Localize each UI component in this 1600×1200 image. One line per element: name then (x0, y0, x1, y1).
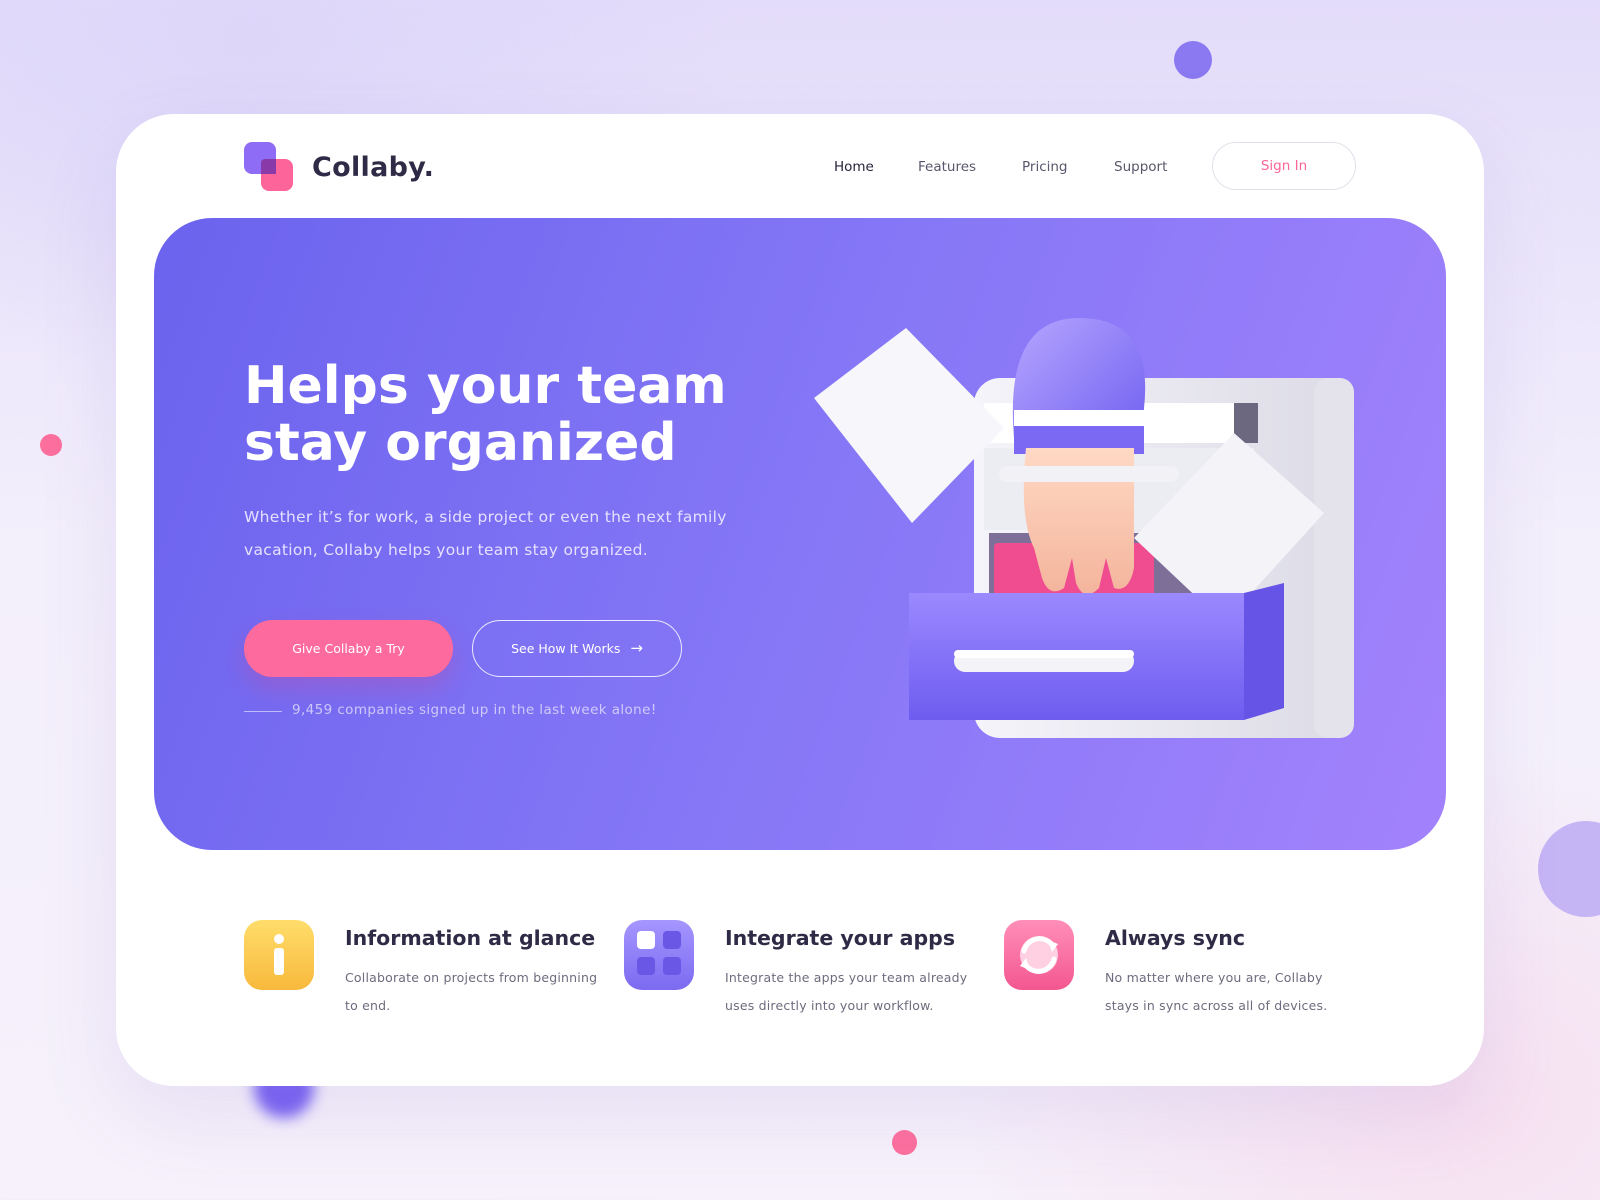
decor-circle-lavender (1538, 821, 1600, 917)
nav-support[interactable]: Support (1114, 159, 1167, 175)
hand-drawer-illustration (814, 318, 1354, 738)
landing-card: Collaby. Home Features Pricing Support S… (116, 114, 1484, 1086)
info-icon (244, 920, 314, 990)
feature-item: Integrate your apps Integrate the apps y… (624, 920, 984, 1040)
hero-title-line: Helps your team (244, 356, 727, 416)
feature-description: Integrate the apps your team already use… (725, 970, 968, 1013)
try-collaby-button[interactable]: Give Collaby a Try (244, 620, 453, 677)
divider-line (244, 711, 282, 712)
apps-grid-icon (624, 920, 694, 990)
see-how-label: See How It Works (511, 641, 621, 656)
feature-item: Always sync No matter where you are, Col… (1004, 920, 1364, 1040)
logo[interactable]: Collaby. (244, 142, 434, 192)
hero-subtitle: Whether it’s for work, a side project or… (244, 508, 727, 559)
hero-title: Helps your team stay organized (244, 358, 804, 472)
logo-mark-icon (244, 142, 294, 192)
sync-icon (1004, 920, 1074, 990)
nav-pricing[interactable]: Pricing (1022, 159, 1068, 175)
features-row: Information at glance Collaborate on pro… (244, 920, 1364, 1040)
feature-title: Information at glance (345, 926, 596, 950)
brand-name: Collaby. (312, 151, 435, 183)
decor-dot-pink (892, 1130, 917, 1155)
hero-title-line: stay organized (244, 413, 677, 473)
feature-description: Collaborate on projects from beginning t… (345, 970, 598, 1013)
hero-banner: Helps your team stay organized Whether i… (154, 218, 1446, 850)
decor-dot-purple (1174, 41, 1212, 79)
feature-description: No matter where you are, Collaby stays i… (1105, 970, 1328, 1013)
see-how-it-works-button[interactable]: See How It Works → (472, 620, 682, 677)
decor-dot-pink (40, 434, 62, 456)
feature-title: Always sync (1105, 926, 1246, 950)
nav-home[interactable]: Home (834, 159, 874, 175)
nav-features[interactable]: Features (918, 159, 976, 175)
arrow-right-icon: → (630, 639, 643, 657)
signup-stat: 9,459 companies signed up in the last we… (292, 702, 657, 718)
feature-title: Integrate your apps (725, 926, 956, 950)
feature-item: Information at glance Collaborate on pro… (244, 920, 604, 1040)
sign-in-button[interactable]: Sign In (1212, 142, 1356, 190)
